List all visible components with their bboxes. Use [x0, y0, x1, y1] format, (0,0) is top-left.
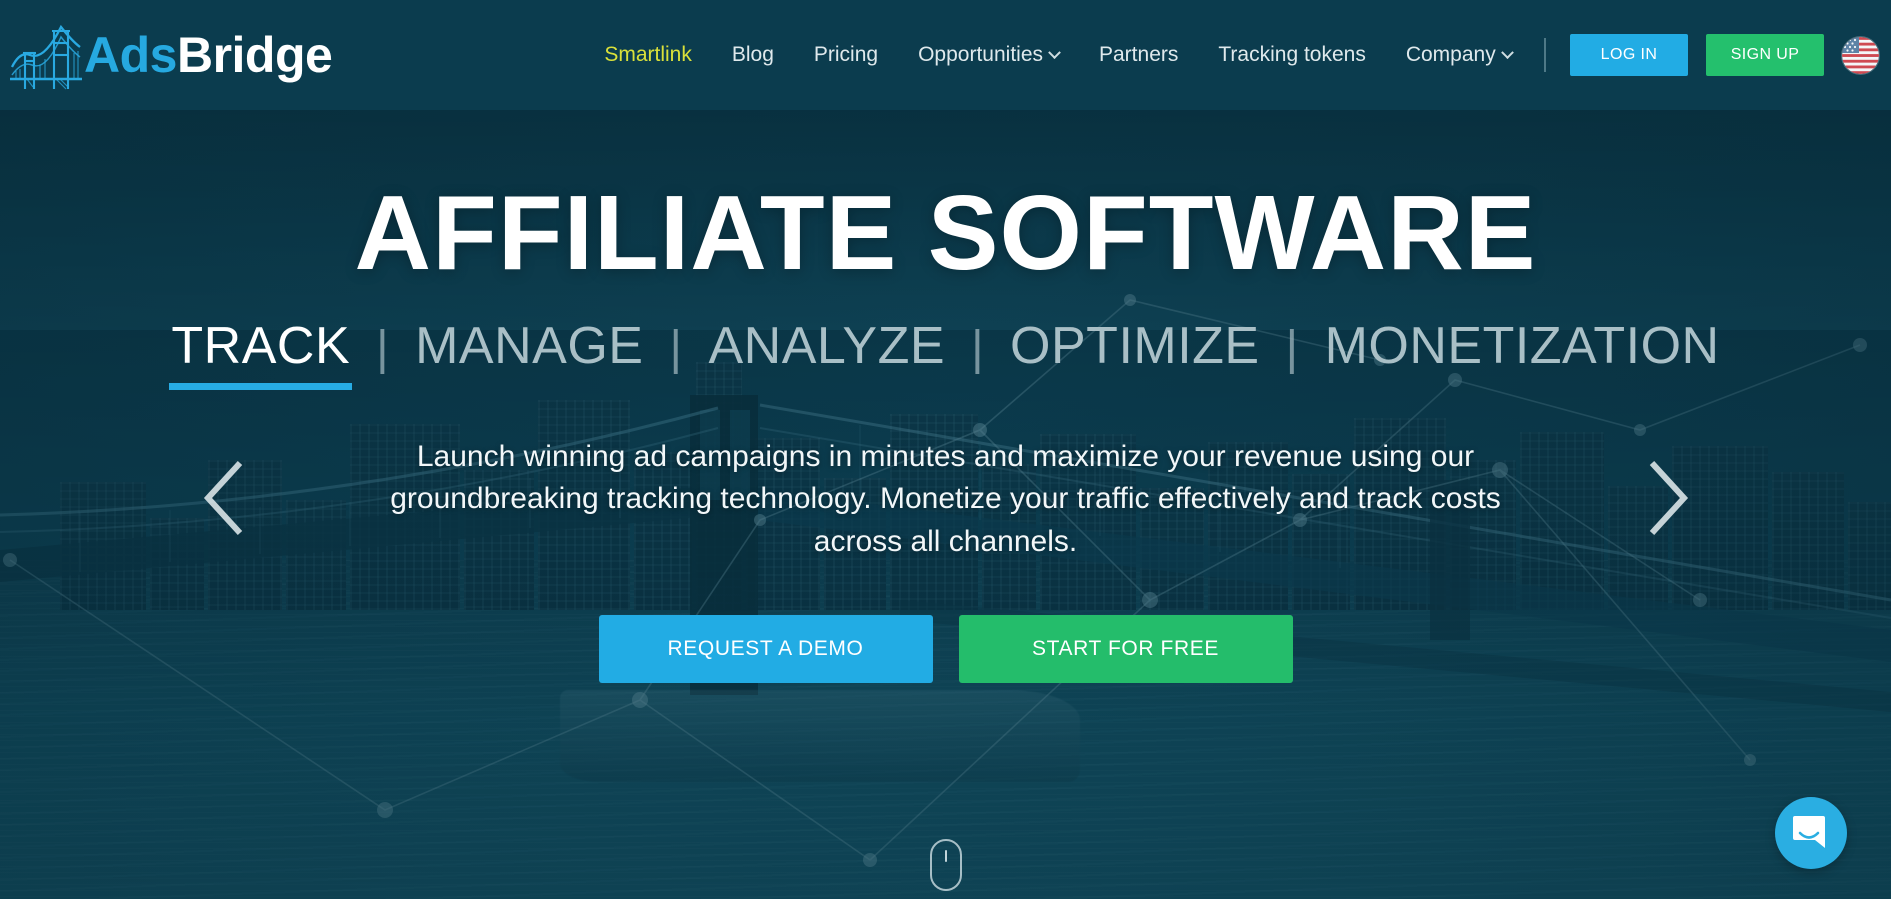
start-for-free-button[interactable]: START FOR FREE	[958, 615, 1293, 684]
site-header: AdsBridge Smartlink Blog Pricing Opportu…	[0, 0, 1891, 110]
hero-word-analyze[interactable]: ANALYZE	[682, 317, 971, 375]
nav-label: Blog	[731, 43, 774, 66]
nav-item-pricing[interactable]: Pricing	[814, 43, 878, 67]
nav-item-opportunities[interactable]: Opportunities	[918, 43, 1061, 67]
word-separator: |	[1285, 321, 1299, 375]
chat-widget-button[interactable]	[1775, 797, 1847, 869]
hero-feature-words: TRACK | MANAGE | ANALYZE | OPTIMIZE | MO…	[0, 317, 1891, 390]
hero-cta-group: REQUEST A DEMO START FOR FREE	[0, 615, 1891, 684]
nav-item-partners[interactable]: Partners	[1099, 43, 1178, 67]
nav-label: Partners	[1099, 43, 1179, 66]
login-button[interactable]: LOG IN	[1570, 34, 1688, 76]
nav-label: Tracking tokens	[1218, 43, 1366, 66]
word-separator: |	[669, 321, 683, 375]
request-demo-button[interactable]: REQUEST A DEMO	[598, 615, 933, 684]
chat-bubble-icon	[1793, 816, 1825, 848]
word-separator: |	[971, 321, 985, 375]
nav-label: Smartlink	[604, 43, 692, 66]
carousel-prev-button[interactable]	[196, 455, 256, 541]
hero-word-track[interactable]: TRACK	[145, 317, 376, 390]
landing-page: AdsBridge Smartlink Blog Pricing Opportu…	[0, 0, 1891, 899]
page-title: AFFILIATE SOFTWARE	[354, 174, 1537, 292]
carousel-next-button[interactable]	[1636, 455, 1696, 541]
hero-word-monetization[interactable]: MONETIZATION	[1299, 317, 1746, 375]
logo-wordmark: AdsBridge	[84, 27, 333, 83]
nav-item-tracking-tokens[interactable]: Tracking tokens	[1218, 43, 1365, 67]
nav-item-smartlink[interactable]: Smartlink	[604, 43, 692, 67]
us-flag-icon	[1842, 36, 1879, 74]
chevron-right-icon	[1649, 460, 1689, 536]
signup-button[interactable]: SIGN UP	[1706, 34, 1824, 76]
bridge-logo-icon	[10, 24, 82, 90]
logo-text-ads: Ads	[84, 27, 177, 83]
chevron-down-icon	[1048, 45, 1061, 59]
hero-section: AFFILIATE SOFTWARE TRACK | MANAGE | ANAL…	[0, 110, 1891, 899]
nav-item-company[interactable]: Company	[1405, 43, 1514, 67]
nav-label: Company	[1405, 43, 1496, 66]
main-navigation: Smartlink Blog Pricing Opportunities Par…	[604, 43, 1514, 67]
hero-description: Launch winning ad campaigns in minutes a…	[390, 439, 1501, 558]
chevron-down-icon	[1500, 45, 1514, 59]
nav-item-blog[interactable]: Blog	[732, 43, 774, 67]
logo-text-bridge: Bridge	[176, 27, 333, 83]
word-separator: |	[376, 321, 390, 375]
scroll-down-indicator[interactable]	[929, 839, 962, 891]
language-selector[interactable]	[1842, 36, 1879, 74]
hero-word-optimize[interactable]: OPTIMIZE	[984, 317, 1286, 375]
header-actions: LOG IN SIGN UP	[1544, 34, 1879, 76]
hero-word-manage[interactable]: MANAGE	[389, 317, 669, 375]
nav-label: Pricing	[813, 43, 879, 66]
logo[interactable]: AdsBridge	[10, 12, 333, 98]
nav-label: Opportunities	[918, 43, 1043, 66]
chevron-left-icon	[203, 460, 243, 536]
header-divider	[1544, 38, 1546, 72]
